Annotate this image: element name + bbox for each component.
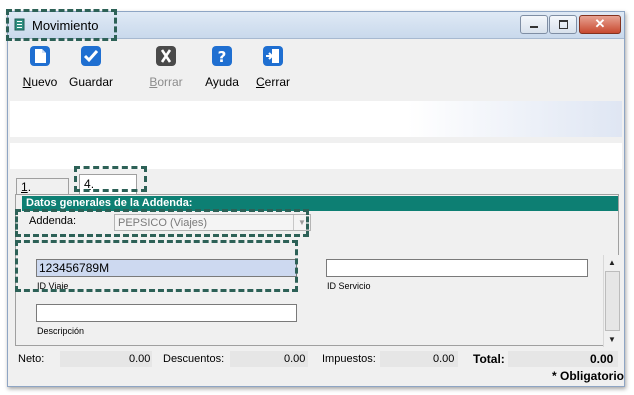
- header-band: [10, 101, 622, 137]
- svg-text:?: ?: [218, 48, 227, 66]
- descuentos-value: 0.00: [284, 353, 306, 365]
- delete-icon: [156, 46, 176, 66]
- vertical-scrollbar[interactable]: ▲ ▼: [603, 255, 620, 347]
- neto-label: Neto:: [18, 353, 45, 365]
- movimiento-window: Movimiento ✕ Nuevo Guardar Borrar ? Ayud…: [7, 11, 625, 387]
- descripcion-field[interactable]: [36, 304, 297, 322]
- borrar-label: Borrar: [149, 75, 183, 89]
- id-servicio-field[interactable]: [326, 259, 588, 277]
- descripcion-label: Descripción: [37, 326, 85, 336]
- scroll-down-icon[interactable]: ▼: [604, 332, 620, 347]
- cerrar-label: Cerrar: [255, 75, 290, 89]
- descuentos-label: Descuentos:: [163, 353, 225, 365]
- neto-value: 0.00: [129, 353, 151, 365]
- nuevo-button[interactable]: Nuevo: [22, 45, 58, 95]
- exit-door-icon: [263, 46, 283, 66]
- close-button[interactable]: ✕: [579, 15, 621, 34]
- total-value: 0.00: [590, 352, 614, 366]
- id-servicio-label: ID Servicio: [327, 281, 371, 291]
- maximize-icon: [559, 20, 568, 29]
- close-icon: ✕: [594, 16, 606, 31]
- impuestos-value: 0.00: [433, 353, 455, 365]
- borrar-button[interactable]: Borrar: [148, 45, 184, 95]
- obligatorio-note: * Obligatorio: [552, 369, 624, 383]
- new-document-icon: [30, 46, 50, 66]
- ayuda-label: Ayuda: [205, 75, 239, 89]
- guardar-button[interactable]: Guardar: [68, 45, 114, 95]
- cerrar-button[interactable]: Cerrar: [255, 45, 291, 95]
- highlight-addenda-select: [15, 209, 309, 237]
- minimize-button[interactable]: [520, 15, 548, 34]
- minimize-icon: [530, 26, 538, 28]
- scroll-thumb[interactable]: [605, 271, 620, 331]
- highlight-id-viaje: [15, 240, 298, 292]
- help-icon: ?: [212, 46, 232, 66]
- maximize-button[interactable]: [549, 15, 577, 34]
- toolbar: Nuevo Guardar Borrar ? Ayuda Cerrar: [8, 39, 624, 97]
- scroll-up-icon[interactable]: ▲: [604, 255, 620, 270]
- guardar-label: Guardar: [68, 75, 114, 89]
- totals-bar: Neto: 0.00 Descuentos: 0.00 Impuestos: 0…: [8, 351, 624, 369]
- nuevo-label: Nuevo: [22, 75, 58, 89]
- checkmark-icon: [81, 46, 101, 66]
- highlight-addenda-tab: [74, 166, 147, 192]
- highlight-title: [6, 9, 117, 41]
- ayuda-button[interactable]: ? Ayuda: [204, 45, 240, 95]
- impuestos-label: Impuestos:: [322, 353, 376, 365]
- total-label: Total:: [473, 352, 505, 366]
